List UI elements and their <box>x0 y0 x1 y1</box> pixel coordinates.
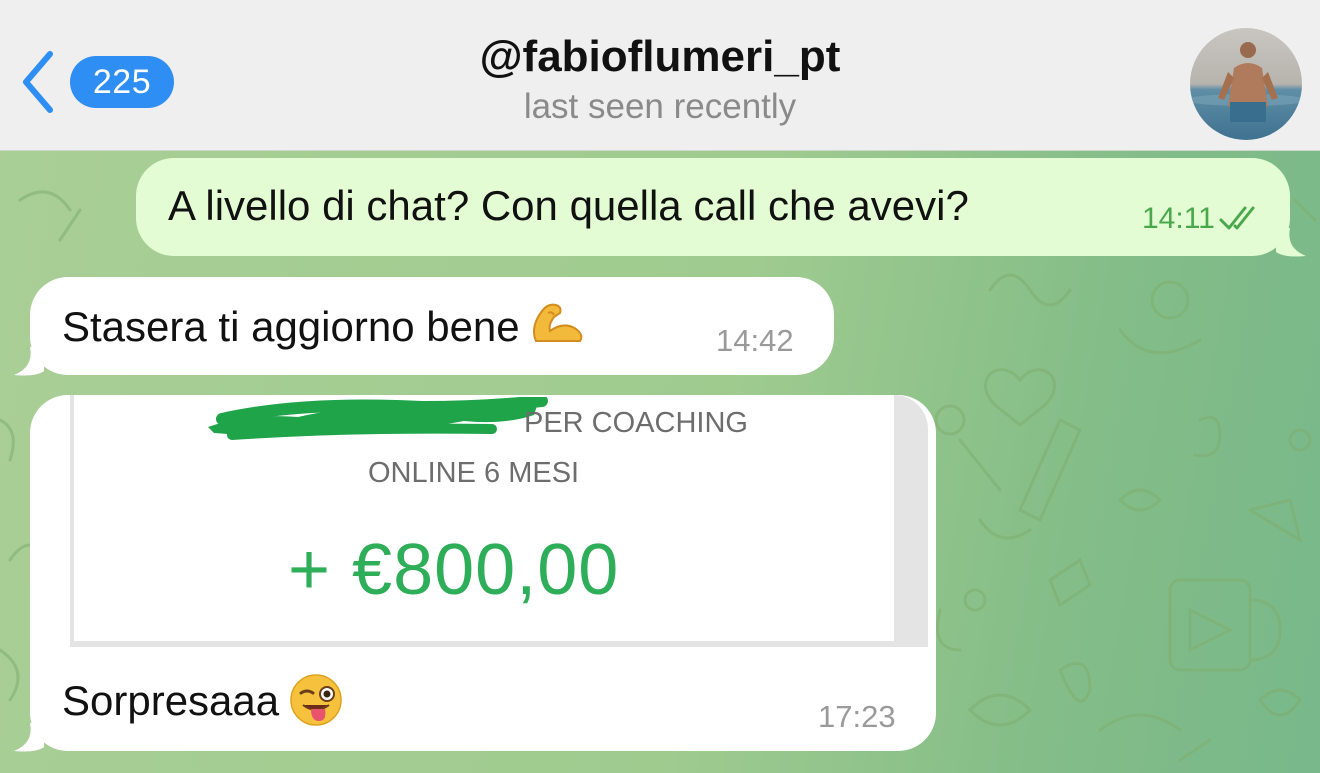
message-body: Sorpresaaa <box>62 677 280 724</box>
chat-title: @fabioflumeri_pt <box>479 32 841 81</box>
incoming-bubble-tail <box>14 723 44 752</box>
redacted-name-scribble <box>208 397 548 440</box>
message-text: Stasera ti aggiorno bene <box>62 301 584 351</box>
back-button[interactable]: 225 <box>18 50 188 114</box>
avatar[interactable] <box>1190 28 1302 140</box>
receipt-amount: + €800,00 <box>288 530 620 610</box>
chat-header: 225 @fabioflumeri_pt last seen recently <box>0 0 1320 151</box>
receipt-description-line1: PER COACHING <box>524 407 748 439</box>
message-time: 14:42 <box>716 323 794 358</box>
message-time: 14:11 <box>1142 202 1215 235</box>
message-text: A livello di chat? Con quella call che a… <box>168 182 969 229</box>
payment-receipt-image[interactable]: PER COACHING ONLINE 6 MESI + €800,00 <box>70 395 928 647</box>
message-meta: 14:11 <box>1142 202 1263 236</box>
receipt-description-line2: ONLINE 6 MESI <box>368 457 580 489</box>
incoming-bubble-tail <box>14 347 44 376</box>
receipt-card: PER COACHING ONLINE 6 MESI + €800,00 <box>74 395 894 641</box>
double-check-icon <box>1219 206 1255 230</box>
outgoing-message[interactable]: A livello di chat? Con quella call che a… <box>136 158 1290 256</box>
incoming-photo-message[interactable]: PER COACHING ONLINE 6 MESI + €800,00 Sor… <box>30 395 936 751</box>
chevron-left-icon <box>23 51 53 113</box>
flexed-biceps-emoji <box>532 303 582 342</box>
message-body: Stasera ti aggiorno bene <box>62 303 520 350</box>
unread-count-badge: 225 <box>70 56 174 108</box>
chat-title-area[interactable]: @fabioflumeri_pt last seen recently <box>300 30 1020 130</box>
message-time: 17:23 <box>818 699 896 734</box>
message-text: Sorpresaaa <box>62 673 343 727</box>
last-seen-status: last seen recently <box>523 87 797 126</box>
chat-screen: 225 @fabioflumeri_pt last seen recently <box>0 0 1320 773</box>
winking-face-with-tongue-emoji <box>290 674 342 726</box>
avatar-photo <box>1190 28 1302 140</box>
outgoing-bubble-tail <box>1276 228 1306 257</box>
incoming-message[interactable]: Stasera ti aggiorno bene 14:42 <box>30 277 834 375</box>
